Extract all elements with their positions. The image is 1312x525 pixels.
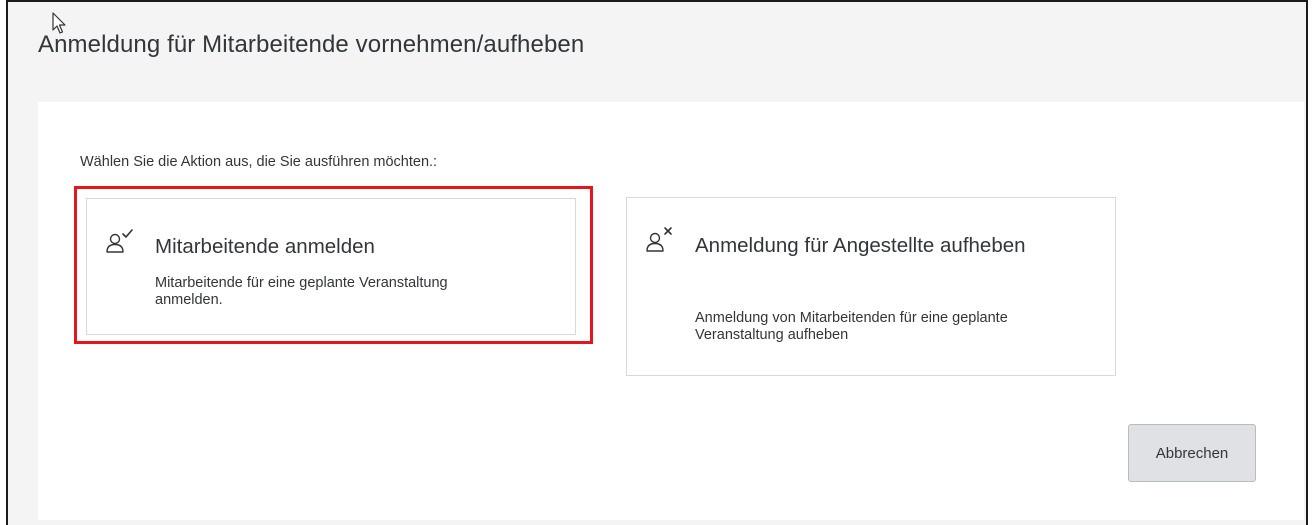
register-employees-card[interactable]: Mitarbeitende anmelden Mitarbeitende für… bbox=[86, 198, 576, 335]
mouse-cursor-icon bbox=[52, 12, 66, 34]
register-card-description: Mitarbeitende für eine geplante Veransta… bbox=[155, 275, 448, 308]
register-card-title: Mitarbeitende anmelden bbox=[155, 235, 375, 258]
page-title: Anmeldung für Mitarbeitende vornehmen/au… bbox=[38, 31, 585, 58]
cancel-button[interactable]: Abbrechen bbox=[1128, 424, 1256, 482]
unregister-card-title: Anmeldung für Angestellte aufheben bbox=[695, 234, 1026, 257]
person-remove-icon bbox=[646, 227, 672, 252]
person-check-icon bbox=[106, 229, 133, 253]
unregister-employees-card[interactable]: Anmeldung für Angestellte aufheben Anmel… bbox=[626, 197, 1116, 376]
instruction-text: Wählen Sie die Aktion aus, die Sie ausfü… bbox=[80, 154, 438, 170]
content-panel: Wählen Sie die Aktion aus, die Sie ausfü… bbox=[38, 102, 1304, 520]
dialog-window: Anmeldung für Mitarbeitende vornehmen/au… bbox=[6, 0, 1308, 525]
unregister-card-description: Anmeldung von Mitarbeitenden für eine ge… bbox=[695, 310, 1008, 343]
